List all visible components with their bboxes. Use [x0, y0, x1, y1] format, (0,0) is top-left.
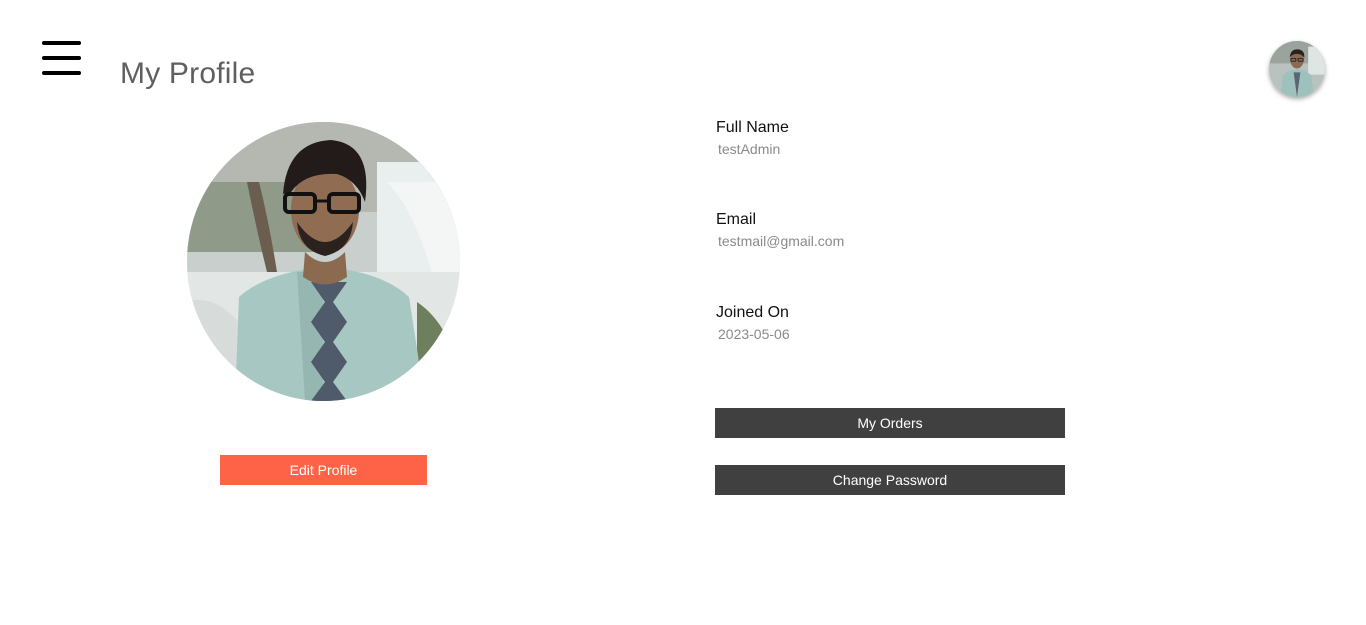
- page-title: My Profile: [120, 57, 256, 90]
- change-password-button[interactable]: Change Password: [715, 465, 1065, 495]
- joined-on-value: 2023-05-06: [718, 326, 790, 342]
- avatar-image: [1269, 41, 1325, 97]
- email-field: Email testmail@gmail.com: [716, 210, 844, 250]
- hamburger-menu-icon[interactable]: [42, 41, 82, 75]
- profile-page: My Profile Edit Profile Full Name testAd…: [0, 0, 1366, 625]
- my-orders-button[interactable]: My Orders: [715, 408, 1065, 438]
- full-name-value: testAdmin: [718, 141, 781, 157]
- joined-on-field: Joined On 2023-05-06: [716, 303, 790, 343]
- email-label: Email: [716, 211, 757, 228]
- menu-bar: [42, 56, 81, 60]
- menu-bar: [42, 41, 81, 45]
- full-name-label: Full Name: [716, 119, 789, 136]
- user-avatar[interactable]: [1269, 41, 1325, 97]
- menu-bar: [42, 71, 81, 75]
- joined-on-label: Joined On: [716, 304, 789, 321]
- full-name-field: Full Name testAdmin: [716, 118, 789, 158]
- profile-photo-image: [187, 122, 460, 401]
- edit-profile-button[interactable]: Edit Profile: [220, 455, 427, 485]
- email-value: testmail@gmail.com: [718, 233, 845, 249]
- profile-photo: [187, 122, 460, 401]
